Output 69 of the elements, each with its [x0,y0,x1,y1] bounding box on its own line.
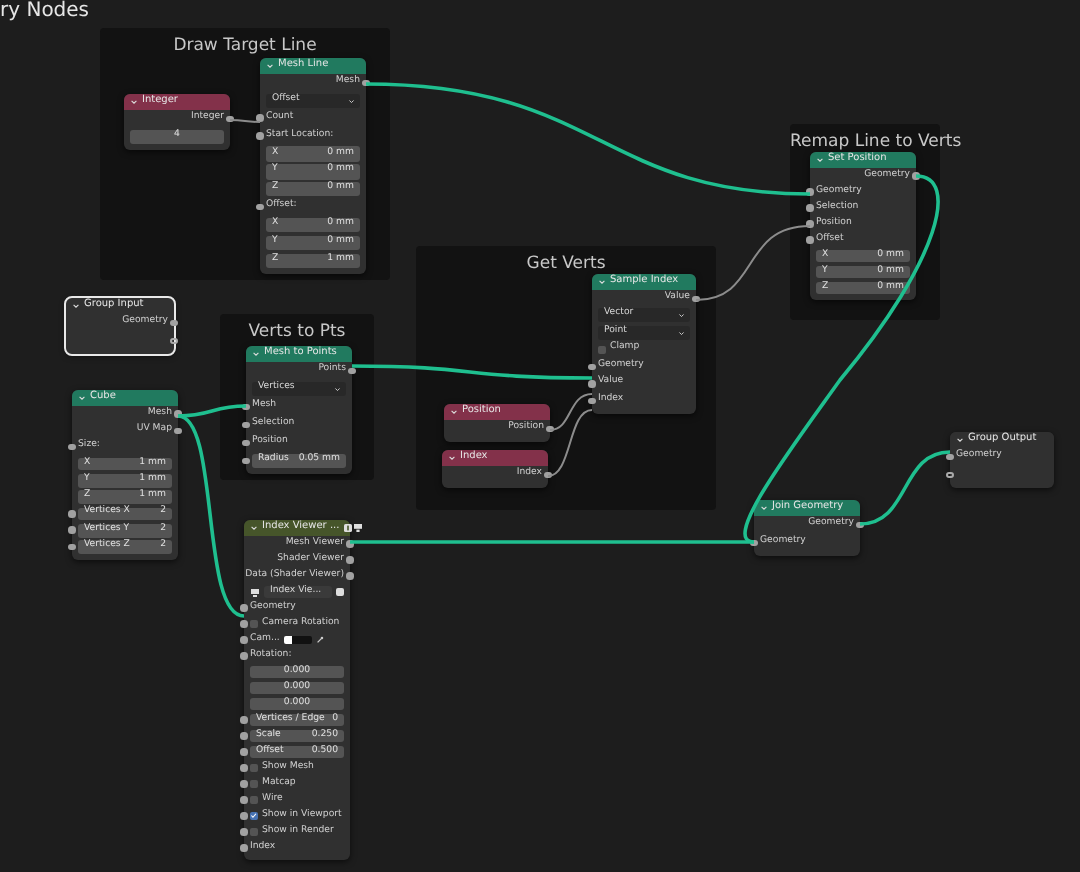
socket-icon[interactable] [946,453,954,461]
socket-icon[interactable] [588,397,596,404]
socket-icon[interactable] [240,844,248,852]
socket-icon[interactable] [68,526,76,534]
socket-icon[interactable] [946,471,954,479]
caret-icon [598,278,606,286]
socket-icon[interactable] [256,132,264,140]
socket-icon[interactable] [174,427,182,435]
socket-icon[interactable] [240,652,248,660]
socket-icon[interactable] [170,337,178,345]
socket-icon[interactable] [692,295,700,302]
checkbox[interactable] [250,620,258,628]
socket-icon[interactable] [588,363,596,370]
node-link [229,119,261,123]
checkbox[interactable] [250,812,258,820]
caret-icon [78,394,86,402]
socket-icon[interactable] [856,521,864,529]
caret-icon [816,156,824,164]
viewer-icon [353,524,362,532]
socket-icon[interactable] [240,828,248,836]
socket-icon[interactable] [68,543,76,551]
frame-label: Get Verts [526,254,606,274]
caret-icon [250,524,258,532]
caret-icon [448,454,456,462]
socket-icon[interactable] [240,620,248,628]
caret-icon [956,436,964,444]
socket-icon[interactable] [242,421,250,429]
socket-icon[interactable] [242,457,250,465]
checkbox[interactable] [250,764,258,772]
toggle-icon[interactable] [336,588,344,596]
socket-icon[interactable] [68,510,76,518]
frame-label: Draw Target Line [173,36,317,56]
checkbox[interactable] [250,828,258,836]
socket-icon[interactable] [242,403,250,411]
socket-icon[interactable] [170,319,178,327]
socket-icon[interactable] [240,764,248,772]
socket-icon[interactable] [256,203,264,211]
socket-icon[interactable] [226,115,234,123]
socket-icon[interactable] [240,732,248,740]
socket-icon[interactable] [240,716,248,724]
check-icon [250,812,258,820]
frame-label: Verts to Pts [248,322,346,342]
checkbox[interactable] [250,780,258,788]
caret-icon [266,62,274,70]
caret-icon [130,98,138,106]
checkbox[interactable] [598,345,606,354]
socket-icon[interactable] [242,439,250,447]
socket-icon[interactable] [750,539,758,547]
socket-icon[interactable] [912,172,920,180]
socket-icon[interactable] [240,796,248,804]
socket-icon[interactable] [362,79,370,87]
caret-icon [252,350,260,358]
caret-icon [450,408,458,416]
viewer-icon [250,587,260,597]
caret-icon [72,302,80,310]
socket-icon[interactable] [348,367,356,375]
socket-icon[interactable] [240,636,248,644]
socket-icon[interactable] [240,780,248,788]
socket-icon[interactable] [240,604,248,612]
frame-label: Remap Line to Verts [790,132,962,152]
eyedropper-icon [315,636,324,644]
editor-title: ry Nodes [0,0,90,24]
socket-icon[interactable] [544,471,552,479]
checkbox[interactable] [250,796,258,804]
socket-icon[interactable] [240,748,248,756]
socket-icon[interactable] [546,425,554,433]
socket-icon[interactable] [240,812,248,820]
socket-icon[interactable] [68,443,76,451]
caret-icon [760,504,768,512]
